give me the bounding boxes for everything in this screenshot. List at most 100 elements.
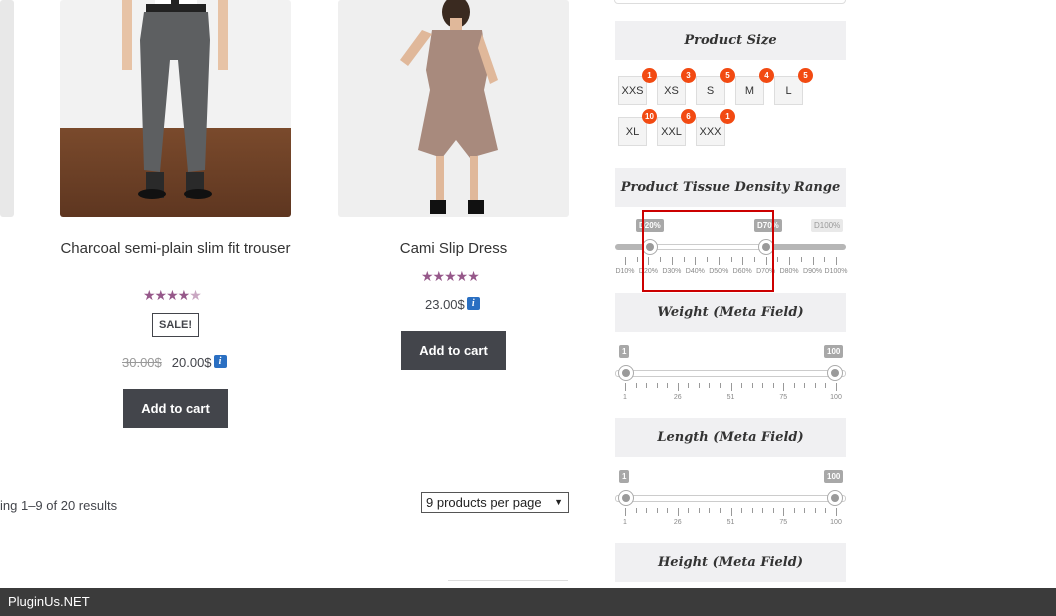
slider-tick	[667, 508, 669, 513]
slider-track	[615, 370, 846, 377]
slider-tick	[783, 383, 785, 391]
slider-tick	[730, 383, 732, 391]
size-option[interactable]: L	[774, 76, 803, 105]
current-price: 23.00$	[425, 297, 465, 312]
size-option[interactable]: XL	[618, 117, 647, 146]
slider-tick-label: 26	[673, 394, 682, 401]
product-image-partial[interactable]	[0, 0, 14, 217]
slider-tick	[646, 508, 648, 513]
slider-tick	[812, 257, 814, 265]
slider-handle-to[interactable]	[827, 365, 843, 381]
slider-tick	[804, 383, 806, 388]
info-icon[interactable]: i	[213, 355, 227, 368]
product-price-dress: 23.00$ i	[425, 297, 480, 312]
slider-handle-to[interactable]	[827, 490, 843, 506]
slider-tick	[793, 383, 795, 388]
slider-tick-label: D90%	[803, 268, 823, 275]
slider-max-label: 100	[824, 470, 844, 483]
slider-tick	[825, 383, 827, 388]
size-option[interactable]: XXS	[618, 76, 647, 105]
length-range-slider[interactable]: 1 100 1 26 51 75 100	[615, 470, 846, 530]
slider-tick	[789, 257, 791, 265]
slider-tick	[814, 508, 816, 513]
slider-max-label: 100	[824, 345, 844, 358]
footer-brand: PluginUs.NET	[0, 588, 1056, 616]
slider-tick	[741, 383, 743, 388]
weight-range-slider[interactable]: 1 100 1 26 51 75 100	[615, 345, 846, 405]
slider-tick	[824, 257, 826, 262]
info-icon[interactable]: i	[466, 297, 480, 310]
slider-tick-label: D80%	[779, 268, 799, 275]
product-title-dress[interactable]: Cami Slip Dress	[338, 239, 569, 258]
widget-title-height: Height (Meta Field)	[615, 543, 846, 582]
trouser-illustration	[122, 0, 228, 199]
slider-tick	[656, 508, 658, 513]
slider-tick	[783, 508, 785, 516]
add-to-cart-button[interactable]: Add to cart	[123, 389, 228, 428]
slider-ticks	[625, 383, 837, 391]
product-title-trouser[interactable]: Charcoal semi-plain slim fit trouser	[60, 239, 291, 258]
slider-tick	[656, 383, 658, 388]
slider-tick-label: 51	[726, 394, 735, 401]
slider-ticks	[625, 508, 837, 516]
slider-tick-label: D10%	[615, 268, 635, 275]
highlight-box	[642, 210, 774, 292]
slider-min-label: 1	[619, 345, 630, 358]
per-page-select[interactable]: 9 products per page ▼	[421, 492, 569, 513]
slider-handle-from[interactable]	[618, 490, 634, 506]
slider-tick	[636, 257, 638, 262]
add-to-cart-button[interactable]: Add to cart	[401, 331, 506, 370]
slider-min-label: 1	[619, 470, 630, 483]
size-count-badge: 3	[681, 68, 696, 83]
slider-tick	[709, 508, 711, 513]
product-image-dress[interactable]	[338, 0, 569, 217]
slider-tick	[719, 383, 721, 388]
size-option[interactable]: M	[735, 76, 764, 105]
slider-tick-label: 1	[623, 519, 627, 526]
slider-tick	[677, 383, 679, 391]
slider-tick	[777, 257, 779, 262]
slider-tick	[800, 257, 802, 262]
slider-tick	[719, 508, 721, 513]
slider-tick	[762, 383, 764, 388]
size-count-badge: 1	[642, 68, 657, 83]
slider-tick-label: 75	[779, 519, 788, 526]
product-image-trouser[interactable]	[60, 0, 291, 217]
size-option[interactable]: XS	[657, 76, 686, 105]
slider-tick	[730, 508, 732, 516]
rating-stars: ★★★★★	[421, 268, 480, 284]
size-count-badge: 4	[759, 68, 774, 83]
slider-tick	[677, 508, 679, 516]
slider-tick-label: D100%	[824, 268, 848, 275]
dress-illustration	[400, 0, 498, 214]
slider-tick	[698, 508, 700, 513]
slider-tick	[625, 383, 626, 391]
size-option[interactable]: XXX	[696, 117, 725, 146]
slider-tick	[836, 383, 837, 391]
size-option[interactable]: S	[696, 76, 725, 105]
old-price: 30.00$	[122, 355, 162, 370]
size-count-badge: 10	[642, 109, 657, 124]
widget-title-size: Product Size	[615, 21, 846, 60]
slider-tick	[793, 508, 795, 513]
size-option[interactable]: XXL	[657, 117, 686, 146]
slider-tick-label: 1	[623, 394, 627, 401]
slider-tick	[635, 508, 637, 513]
current-price: 20.00$	[171, 355, 212, 370]
slider-tick	[836, 257, 837, 265]
widget-title-weight: Weight (Meta Field)	[615, 293, 846, 332]
size-count-badge: 5	[720, 68, 735, 83]
size-count-badge: 6	[681, 109, 696, 124]
chevron-down-icon: ▼	[554, 497, 563, 507]
slider-tick-label: 100	[830, 519, 842, 526]
slider-tick	[836, 508, 837, 516]
slider-tick	[751, 508, 753, 513]
widget-title-length: Length (Meta Field)	[615, 418, 846, 457]
slider-tick	[635, 383, 637, 388]
slider-tick	[772, 508, 774, 513]
slider-max-label: D100%	[811, 219, 844, 232]
slider-tick	[709, 383, 711, 388]
divider	[448, 580, 568, 581]
slider-tick-label: 100	[830, 394, 842, 401]
slider-handle-from[interactable]	[618, 365, 634, 381]
